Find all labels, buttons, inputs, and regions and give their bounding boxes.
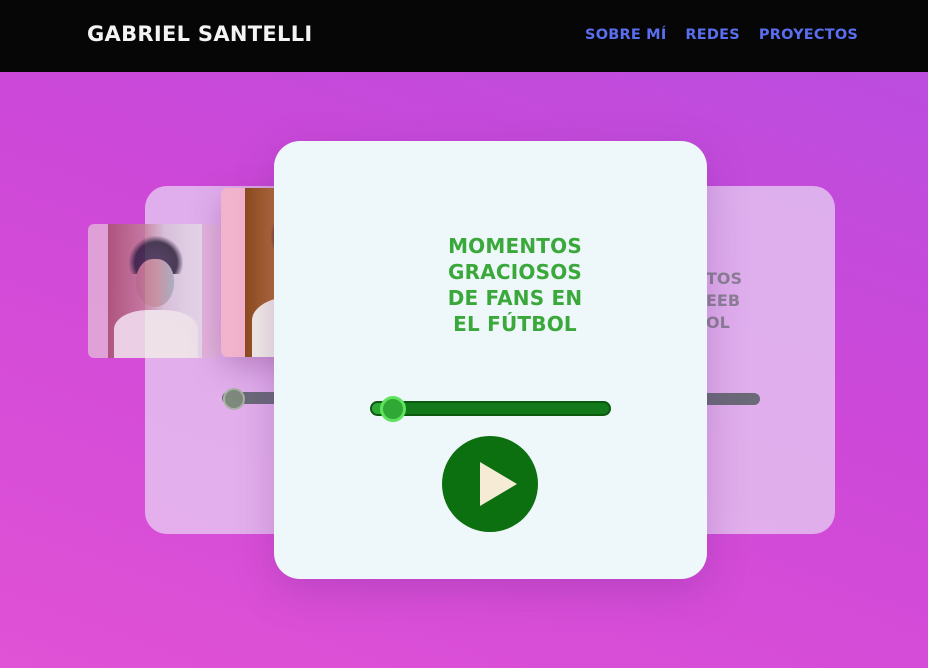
nav-link-sobre-mi[interactable]: SOBRE MÍ — [585, 27, 666, 43]
next-track-slider — [700, 393, 760, 405]
site-brand[interactable]: GABRIEL SANTELLI — [87, 22, 313, 46]
nav-link-redes[interactable]: REDES — [685, 27, 739, 43]
play-icon — [480, 462, 517, 506]
play-button[interactable] — [442, 436, 538, 532]
progress-slider[interactable] — [370, 401, 611, 416]
nav-link-proyectos[interactable]: PROYECTOS — [759, 27, 858, 43]
next-track-title: TOS EEB OL — [706, 269, 743, 332]
track-title: MOMENTOS GRACIOSOS DE FANS EN EL FÚTBOL — [447, 234, 583, 336]
previous-cover-photo — [88, 224, 220, 358]
previous-track-slider-knob — [223, 388, 245, 410]
top-navbar: GABRIEL SANTELLI SOBRE MÍ REDES PROYECTO… — [0, 0, 928, 72]
portrait-image — [108, 224, 202, 358]
main-nav: SOBRE MÍ REDES PROYECTOS — [585, 27, 858, 43]
